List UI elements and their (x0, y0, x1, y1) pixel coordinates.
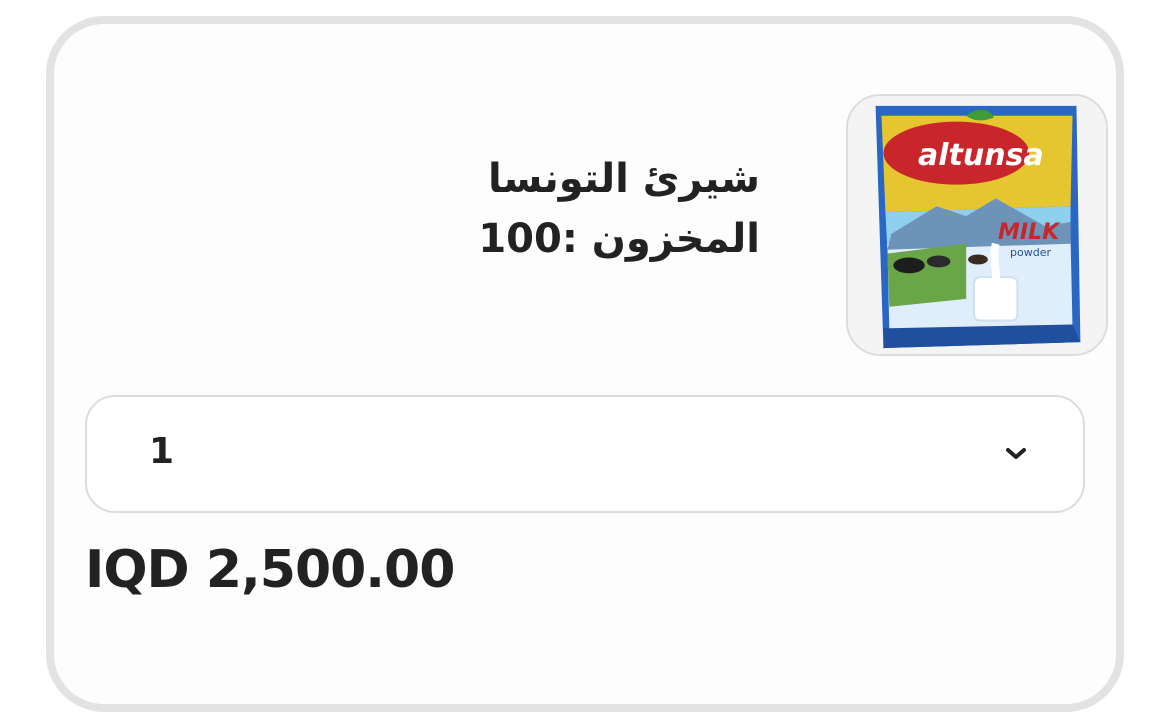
stock-label: المخزون :100 (478, 216, 760, 262)
quantity-selected-value: 1 (149, 431, 175, 472)
product-title: شيرئ التونسا (487, 156, 760, 202)
product-card: altunsa MILK powder (46, 16, 1124, 712)
milk-label-text: MILK (998, 220, 1060, 245)
quantity-select[interactable]: 1 (85, 395, 1085, 513)
product-image[interactable]: altunsa MILK powder (846, 94, 1108, 356)
price-label: IQD 2,500.00 (85, 540, 455, 600)
powder-label-text: powder (1010, 246, 1051, 259)
chevron-down-icon (1006, 448, 1026, 459)
milk-powder-package-icon (848, 96, 1106, 354)
brand-logo-text: altunsa (918, 138, 1044, 173)
